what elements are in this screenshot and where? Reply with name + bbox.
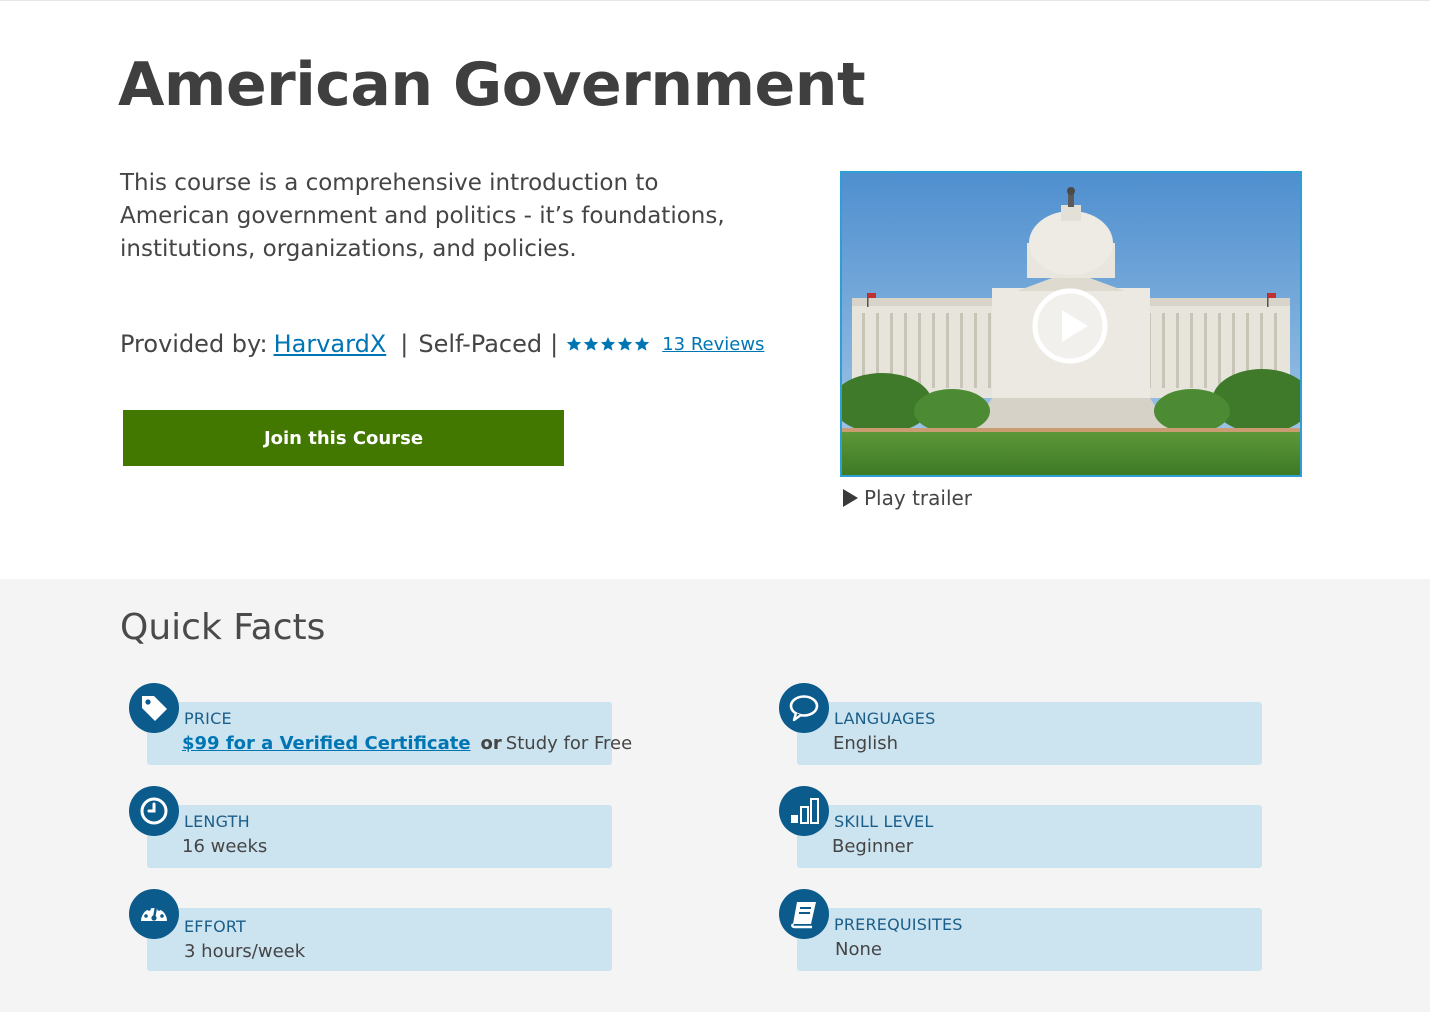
- price-value: $99 for a Verified Certificate or Study fo…: [182, 733, 632, 754]
- price-or: or: [480, 733, 502, 754]
- fact-skill-level: SKILL LEVEL Beginner: [797, 805, 1262, 868]
- languages-label: LANGUAGES: [834, 709, 936, 728]
- provided-by-label: Provided by:: [120, 330, 268, 358]
- course-title: American Government: [118, 50, 866, 120]
- quick-facts-title: Quick Facts: [120, 607, 326, 648]
- pace-label: Self-Paced: [418, 330, 543, 358]
- study-free-text: Study for Free: [505, 733, 633, 754]
- effort-label: EFFORT: [184, 917, 247, 936]
- trailer-video-thumbnail[interactable]: [840, 171, 1302, 477]
- effort-value: 3 hours/week: [184, 941, 306, 962]
- rating-stars: [566, 336, 650, 352]
- verified-certificate-link[interactable]: $99 for a Verified Certificate: [182, 733, 471, 754]
- price-label: PRICE: [184, 709, 232, 728]
- star-icon: [601, 337, 616, 351]
- quick-facts-section: Quick Facts PRICE $99 for a Verified Cer…: [0, 579, 1430, 1012]
- gauge-icon: [129, 889, 179, 939]
- languages-value: English: [833, 733, 898, 754]
- prerequisites-value: None: [835, 939, 882, 960]
- skill-level-value: Beginner: [832, 836, 914, 857]
- tag-icon: [129, 683, 179, 733]
- course-meta: Provided by: HarvardX | Self-Paced | 13 …: [120, 327, 764, 361]
- reviews-link[interactable]: 13 Reviews: [662, 334, 764, 355]
- speech-bubble-icon: [779, 683, 829, 733]
- fact-effort: EFFORT 3 hours/week: [147, 908, 612, 971]
- length-label: LENGTH: [184, 812, 250, 831]
- play-icon[interactable]: [1032, 288, 1108, 364]
- star-icon: [635, 337, 650, 351]
- separator: |: [400, 330, 409, 358]
- play-trailer-link[interactable]: Play trailer: [843, 486, 972, 510]
- join-course-button[interactable]: Join this Course: [123, 410, 564, 466]
- star-icon: [618, 337, 633, 351]
- fact-price: PRICE $99 for a Verified Certificate or St…: [147, 702, 632, 765]
- star-icon: [584, 337, 599, 351]
- play-trailer-label: Play trailer: [864, 486, 973, 510]
- fact-languages: LANGUAGES English: [797, 702, 1262, 765]
- play-triangle-icon: [843, 489, 858, 507]
- separator: |: [550, 330, 559, 358]
- course-description: This course is a comprehensive introduct…: [120, 170, 725, 262]
- skill-level-label: SKILL LEVEL: [834, 812, 934, 831]
- length-value: 16 weeks: [182, 836, 268, 857]
- fact-prerequisites: PREREQUISITES None: [797, 908, 1262, 971]
- prerequisites-label: PREREQUISITES: [834, 915, 963, 934]
- bar-chart-icon: [779, 786, 829, 836]
- top-divider: [0, 0, 1430, 1]
- clock-icon: [129, 786, 179, 836]
- provider-link[interactable]: HarvardX: [274, 330, 387, 358]
- fact-length: LENGTH 16 weeks: [147, 805, 612, 868]
- book-icon: [779, 889, 829, 939]
- star-icon: [567, 337, 582, 351]
